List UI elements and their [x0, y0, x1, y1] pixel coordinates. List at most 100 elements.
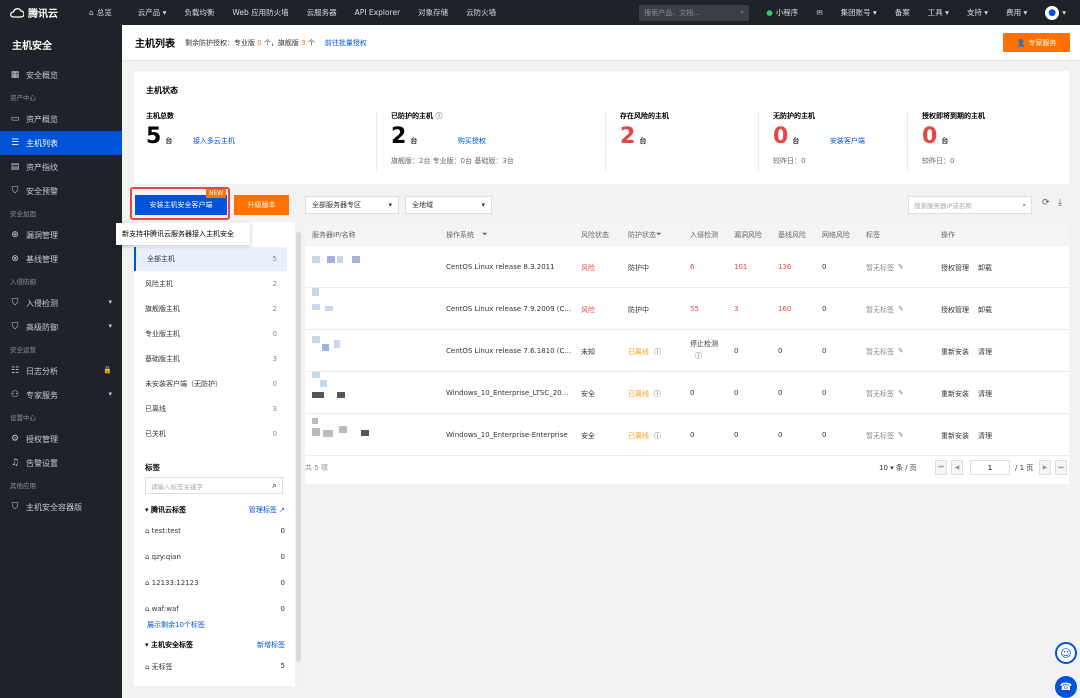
filter-item[interactable]: 已离线 3: [134, 397, 287, 421]
info-icon[interactable]: ⓘ: [654, 389, 661, 399]
topnav-item[interactable]: 云防火墙: [457, 0, 505, 25]
column-header[interactable]: 防护状态: [628, 230, 656, 240]
sidebar-item[interactable]: ☷ 日志分析 🔒: [0, 359, 122, 383]
logo[interactable]: 腾讯云: [0, 5, 80, 20]
row-secondary-action[interactable]: 卸载: [978, 263, 992, 273]
mini-program-link[interactable]: ● 小程序: [757, 0, 807, 25]
row-primary-action[interactable]: 授权管理: [941, 305, 969, 315]
row-secondary-action[interactable]: 清理: [978, 389, 992, 399]
host-search-input[interactable]: 搜索服务器IP或名称 ⌕: [908, 196, 1032, 214]
tools-menu[interactable]: 工具 ▾: [919, 0, 958, 25]
show-more-tags-link[interactable]: 展示剩余10个标签: [147, 620, 205, 630]
filter-item[interactable]: 未安装客户端（无防护） 0: [134, 372, 287, 396]
sidebar-item[interactable]: ⛉ 高级防御 ▾: [0, 315, 122, 339]
edit-icon[interactable]: ✎: [898, 431, 904, 439]
topnav-item[interactable]: API Explorer: [346, 0, 409, 25]
table-row[interactable]: CentOS Linux release 8.3.2011 风险 防护中 6 101 13…: [305, 246, 1069, 288]
row-primary-action[interactable]: 重新安装: [941, 347, 969, 357]
edit-icon[interactable]: ✎: [898, 305, 904, 313]
last-page-button[interactable]: ⏭: [1055, 460, 1067, 475]
sidebar-item[interactable]: ♫ 告警设置: [0, 451, 122, 475]
row-secondary-action[interactable]: 清理: [978, 431, 992, 441]
filing-link[interactable]: 备案: [886, 0, 919, 25]
batch-auth-link[interactable]: 前往批量授权: [325, 38, 367, 48]
billing-menu[interactable]: 费用 ▾: [997, 0, 1036, 25]
tag-item[interactable]: ⌂ waf:waf 0: [145, 605, 285, 613]
row-secondary-action[interactable]: 卸载: [978, 305, 992, 315]
table-row[interactable]: CentOS Linux release 7.6.1810 (C... 未知 已离线…: [305, 330, 1069, 372]
info-icon[interactable]: ⓘ: [654, 347, 661, 357]
search-icon[interactable]: ⌕: [740, 8, 744, 17]
sidebar-item[interactable]: ⛉ 主机安全容器版: [0, 495, 122, 519]
table-row[interactable]: CentOS Linux release 7.9.2009 (C... 风险 防护中…: [305, 288, 1069, 330]
topnav-item[interactable]: Web 应用防火墙: [223, 0, 297, 25]
add-tag-link[interactable]: 新增标签: [257, 640, 285, 650]
filter-icon[interactable]: ⏷: [656, 230, 662, 239]
region-select[interactable]: 全地域 ▾: [405, 196, 492, 214]
edit-icon[interactable]: ✎: [898, 389, 904, 397]
table-row[interactable]: Windows_10_Enterprise_LTSC_20... 安全 已离线 ⓘ 0 0…: [305, 372, 1069, 414]
filter-panel-scrollbar[interactable]: [295, 222, 302, 686]
filter-item[interactable]: 旗舰版主机 2: [134, 297, 287, 321]
connect-multicloud-link[interactable]: 接入多云主机: [193, 137, 235, 145]
edit-icon[interactable]: ✎: [898, 347, 904, 355]
topnav-item[interactable]: 云服务器: [298, 0, 346, 25]
page-number-input[interactable]: 1: [970, 460, 1010, 475]
manage-tags-link[interactable]: 管理标签 ↗: [249, 505, 285, 515]
first-page-button[interactable]: ⏮: [935, 460, 947, 475]
sidebar-item[interactable]: ☰ 主机列表: [0, 131, 122, 155]
info-icon[interactable]: ⓘ: [695, 351, 702, 361]
tag-item[interactable]: ⌂ qzy:qian 0: [145, 553, 285, 561]
column-header[interactable]: 操作系统: [446, 230, 474, 240]
upgrade-button[interactable]: 升级版本: [234, 195, 289, 215]
support-menu[interactable]: 支持 ▾: [958, 0, 997, 25]
user-avatar[interactable]: ● ▾: [1036, 0, 1080, 25]
filter-icon[interactable]: ⏷: [482, 230, 488, 239]
group-account-menu[interactable]: 集团账号 ▾: [832, 0, 886, 25]
buy-license-link[interactable]: 购买授权: [458, 137, 486, 145]
search-icon[interactable]: ⌕: [272, 481, 277, 491]
topnav-item[interactable]: 负载均衡: [175, 0, 223, 25]
edit-icon[interactable]: ✎: [898, 263, 904, 271]
page-size-select[interactable]: 10 ▾ 条 / 页: [879, 463, 917, 473]
sidebar-item[interactable]: ⊕ 漏洞管理: [0, 223, 122, 247]
tag-search-input[interactable]: 请输入标签关键字 ⌕: [145, 477, 283, 494]
download-icon[interactable]: ⤓: [1058, 198, 1062, 208]
topnav-item[interactable]: 对象存储: [409, 0, 457, 25]
filter-item[interactable]: 基础版主机 3: [134, 347, 287, 371]
mail-icon[interactable]: ✉: [807, 0, 831, 25]
filter-item[interactable]: 风险主机 2: [134, 272, 287, 296]
sidebar-item[interactable]: ▭ 资产概览: [0, 107, 122, 131]
row-primary-action[interactable]: 重新安装: [941, 431, 969, 441]
sidebar-item[interactable]: ⛉ 入侵检测 ▾: [0, 291, 122, 315]
scrollbar-thumb[interactable]: [296, 232, 301, 662]
customer-service-icon[interactable]: ☎: [1055, 676, 1077, 698]
install-client-link[interactable]: 安装客户端: [830, 137, 865, 145]
tag-item[interactable]: ⌂ 12133:12123 0: [145, 579, 285, 587]
row-primary-action[interactable]: 授权管理: [941, 263, 969, 273]
table-row[interactable]: Windows_10_Enterprise-Enterprise 安全 已离线 ⓘ 0 0…: [305, 414, 1069, 456]
search-icon[interactable]: ⌕: [1022, 201, 1026, 210]
info-icon[interactable]: ⓘ: [654, 431, 661, 441]
filter-item[interactable]: 已关机 0: [134, 422, 287, 446]
row-secondary-action[interactable]: 清理: [978, 347, 992, 357]
row-primary-action[interactable]: 重新安装: [941, 389, 969, 399]
zone-select[interactable]: 全部服务器专区 ▾: [305, 196, 399, 214]
overview-link[interactable]: ⌂ 总览: [80, 0, 121, 25]
sidebar-item[interactable]: ⛉ 安全预警: [0, 179, 122, 203]
refresh-icon[interactable]: ⟳: [1042, 198, 1050, 208]
product-search-input[interactable]: 搜索产品、文档... ⌕: [639, 4, 750, 21]
tag-item[interactable]: ⌂ 无标签 5: [145, 662, 285, 672]
sidebar-item[interactable]: ▦ 安全概览: [0, 63, 122, 87]
sidebar-item[interactable]: ▤ 资产指纹: [0, 155, 122, 179]
sidebar-item[interactable]: ⚇ 专家服务 ▾: [0, 383, 122, 407]
expert-service-button[interactable]: 👤 专家服务: [1003, 33, 1070, 52]
chat-bot-icon[interactable]: ☺: [1055, 642, 1077, 664]
topnav-item[interactable]: 云产品 ▾: [129, 0, 176, 25]
prev-page-button[interactable]: ◀: [951, 460, 963, 475]
filter-item[interactable]: 全部主机 5: [134, 247, 287, 271]
sidebar-item[interactable]: ⚙ 授权管理: [0, 427, 122, 451]
sidebar-item[interactable]: ⊗ 基线管理: [0, 247, 122, 271]
next-page-button[interactable]: ▶: [1039, 460, 1051, 475]
info-icon[interactable]: ⓘ: [435, 112, 442, 120]
